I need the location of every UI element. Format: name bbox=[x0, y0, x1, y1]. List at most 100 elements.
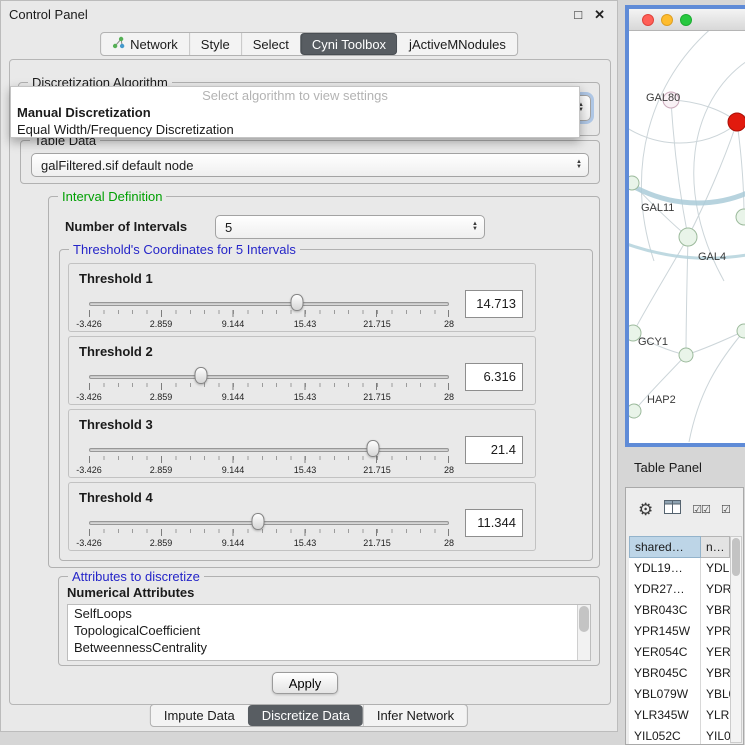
table-cell[interactable]: YDR2 bbox=[701, 579, 730, 600]
bottom-tab-bar: Impute DataDiscretize DataInfer Network bbox=[150, 704, 468, 727]
slider-track[interactable] bbox=[89, 521, 449, 525]
select-all-columns-icon[interactable]: ☑☑ bbox=[692, 503, 710, 516]
tick-label: 9.144 bbox=[222, 319, 245, 329]
table-row[interactable]: YBR045CYBR0 bbox=[629, 663, 730, 684]
column-header-shared-name[interactable]: shared… bbox=[629, 536, 701, 558]
table-row[interactable]: YER054CYER0 bbox=[629, 642, 730, 663]
table-row[interactable]: YLR345WYLR3 bbox=[629, 705, 730, 726]
network-view-window[interactable]: GAL80 GAL11 GAL4 GCY1 HAP2 bbox=[625, 5, 745, 447]
node[interactable] bbox=[679, 348, 693, 362]
tick-label: 28 bbox=[444, 392, 454, 402]
table-row[interactable]: YDR27…YDR2 bbox=[629, 579, 730, 600]
slider-thumb[interactable] bbox=[367, 440, 380, 457]
threshold-row: Threshold 1-3.4262.8599.14415.4321.71528… bbox=[68, 263, 536, 332]
table-cell[interactable]: YBR043C bbox=[629, 600, 701, 621]
thresholds-group-title: Threshold's Coordinates for 5 Intervals bbox=[69, 242, 300, 257]
zoom-traffic-light-icon[interactable] bbox=[680, 14, 692, 26]
slider-track[interactable] bbox=[89, 448, 449, 452]
node-hap2[interactable] bbox=[629, 404, 641, 418]
table-row[interactable]: YBR043CYBR0 bbox=[629, 600, 730, 621]
table-cell[interactable]: YDL19… bbox=[629, 558, 701, 579]
network-window-titlebar bbox=[629, 9, 745, 31]
threshold-value-field[interactable]: 14.713 bbox=[465, 290, 523, 318]
gear-icon[interactable]: ⚙ bbox=[638, 501, 653, 518]
number-of-intervals-combo[interactable]: 5 ▲▼ bbox=[215, 215, 485, 239]
scrollbar-thumb[interactable] bbox=[579, 606, 589, 632]
table-cell[interactable]: YBR0 bbox=[701, 600, 730, 621]
table-cell[interactable]: YER054C bbox=[629, 642, 701, 663]
slider-track[interactable] bbox=[89, 302, 449, 306]
tab-network-label: Network bbox=[130, 37, 178, 52]
tick-label: 28 bbox=[444, 538, 454, 548]
tab-network[interactable]: Network bbox=[101, 33, 189, 55]
threshold-value-field[interactable]: 21.4 bbox=[465, 436, 523, 464]
float-window-icon[interactable]: □ bbox=[574, 8, 582, 21]
threshold-value-field[interactable]: 11.344 bbox=[465, 509, 523, 537]
slider-track[interactable] bbox=[89, 375, 449, 379]
table-row[interactable]: YDL19…YDL1 bbox=[629, 558, 730, 579]
table-cell[interactable]: YPR1 bbox=[701, 621, 730, 642]
node[interactable] bbox=[736, 209, 745, 225]
threshold-value-field[interactable]: 6.316 bbox=[465, 363, 523, 391]
attributes-scrollbar[interactable] bbox=[577, 605, 590, 660]
table-cell[interactable]: YBL079W bbox=[629, 684, 701, 705]
table-cell[interactable]: YLR345W bbox=[629, 705, 701, 726]
network-canvas[interactable]: GAL80 GAL11 GAL4 GCY1 HAP2 bbox=[629, 31, 745, 442]
table-row[interactable]: YPR145WYPR1 bbox=[629, 621, 730, 642]
column-header-name[interactable]: n… bbox=[701, 536, 730, 558]
table-cell[interactable]: YDR27… bbox=[629, 579, 701, 600]
table-cell[interactable]: YDL1 bbox=[701, 558, 730, 579]
table-cell[interactable]: YBR0 bbox=[701, 663, 730, 684]
table-cell[interactable]: YIL0 bbox=[701, 726, 730, 745]
attribute-list-item[interactable]: SelfLoops bbox=[68, 605, 590, 622]
table-cell[interactable]: YER0 bbox=[701, 642, 730, 663]
select-column-icon[interactable]: ☑ bbox=[721, 503, 730, 516]
network-icon bbox=[112, 36, 125, 52]
numerical-attributes-list[interactable]: SelfLoopsTopologicalCoefficientBetweenne… bbox=[67, 604, 591, 661]
table-cell[interactable]: YLR3 bbox=[701, 705, 730, 726]
attribute-list-item[interactable]: TopologicalCoefficient bbox=[68, 622, 590, 639]
threshold-row: Threshold 4-3.4262.8599.14415.4321.71528… bbox=[68, 482, 536, 551]
columns-icon[interactable] bbox=[664, 500, 681, 519]
threshold-slider[interactable]: -3.4262.8599.14415.4321.71528 bbox=[89, 365, 449, 403]
table-data-combo[interactable]: galFiltered.sif default node ▲▼ bbox=[31, 153, 589, 177]
slider-thumb[interactable] bbox=[252, 513, 265, 530]
selected-red-node[interactable] bbox=[728, 113, 745, 131]
slider-thumb[interactable] bbox=[290, 294, 303, 311]
tab-select[interactable]: Select bbox=[241, 33, 300, 55]
table-cell[interactable]: YIL052C bbox=[629, 726, 701, 745]
threshold-slider[interactable]: -3.4262.8599.14415.4321.71528 bbox=[89, 292, 449, 330]
apply-button[interactable]: Apply bbox=[272, 672, 338, 694]
interval-definition-title: Interval Definition bbox=[58, 189, 166, 204]
table-cell[interactable]: YPR145W bbox=[629, 621, 701, 642]
bottom-tab-impute-data[interactable]: Impute Data bbox=[151, 705, 248, 726]
tick-label: 15.43 bbox=[294, 392, 317, 402]
close-icon[interactable]: ✕ bbox=[594, 8, 605, 21]
node[interactable] bbox=[629, 176, 639, 190]
scrollbar-thumb[interactable] bbox=[732, 538, 740, 576]
node[interactable] bbox=[737, 324, 745, 338]
bottom-tab-infer-network[interactable]: Infer Network bbox=[363, 705, 467, 726]
bottom-tab-discretize-data[interactable]: Discretize Data bbox=[248, 705, 363, 726]
threshold-slider[interactable]: -3.4262.8599.14415.4321.71528 bbox=[89, 438, 449, 476]
table-row[interactable]: YIL052CYIL0 bbox=[629, 726, 730, 745]
tab-cyni-toolbox[interactable]: Cyni Toolbox bbox=[300, 33, 397, 55]
slider-major-ticks bbox=[89, 529, 449, 536]
table-cell[interactable]: YBL0 bbox=[701, 684, 730, 705]
tab-jactivemnodules[interactable]: jActiveMNodules bbox=[397, 33, 517, 55]
minimize-traffic-light-icon[interactable] bbox=[661, 14, 673, 26]
tab-style[interactable]: Style bbox=[189, 33, 241, 55]
table-row[interactable]: YBL079WYBL0 bbox=[629, 684, 730, 705]
table-cell[interactable]: YBR045C bbox=[629, 663, 701, 684]
close-traffic-light-icon[interactable] bbox=[642, 14, 654, 26]
attribute-list-item[interactable]: BetweennessCentrality bbox=[68, 639, 590, 656]
cyni-toolbox-panel: Discretization Algorithm ▲▼ Select algor… bbox=[9, 59, 611, 705]
dropdown-option-equal-width-frequency[interactable]: Equal Width/Frequency Discretization bbox=[11, 121, 579, 138]
slider-thumb[interactable] bbox=[194, 367, 207, 384]
node-gal4[interactable] bbox=[679, 228, 697, 246]
slider-tick-labels: -3.4262.8599.14415.4321.71528 bbox=[89, 465, 449, 477]
dropdown-option-manual-discretization[interactable]: Manual Discretization bbox=[11, 104, 579, 121]
tick-label: -3.426 bbox=[76, 538, 102, 548]
table-scrollbar[interactable] bbox=[730, 536, 742, 743]
threshold-slider[interactable]: -3.4262.8599.14415.4321.71528 bbox=[89, 511, 449, 549]
